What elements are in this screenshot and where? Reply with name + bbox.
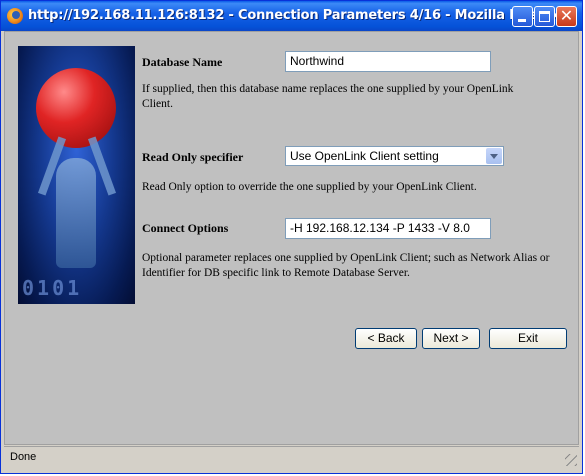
next-button[interactable]: Next >: [422, 328, 480, 349]
connect-options-input[interactable]: -H 192.168.12.134 -P 1433 -V 8.0: [285, 218, 491, 239]
openlink-banner-image: 0101: [18, 46, 135, 304]
connect-options-help: Optional parameter replaces one supplied…: [142, 252, 550, 279]
window-title: http://192.168.11.126:8132 - Connection …: [28, 8, 560, 23]
read-only-help: Read Only option to override the one sup…: [142, 181, 477, 193]
minimize-icon: [518, 19, 526, 22]
status-text: Done: [10, 451, 37, 463]
atlas-figure-graphic: [56, 158, 96, 268]
binary-digits: 0101: [22, 276, 83, 300]
browser-window: http://192.168.11.126:8132 - Connection …: [0, 0, 583, 474]
status-bar: Done: [4, 446, 579, 468]
database-name-label: Database Name: [142, 55, 223, 69]
chevron-down-icon[interactable]: [486, 148, 502, 164]
maximize-button[interactable]: [534, 6, 555, 27]
close-button[interactable]: ✕: [556, 6, 577, 27]
back-button[interactable]: < Back: [355, 328, 417, 349]
connect-options-label: Connect Options: [142, 221, 229, 235]
minimize-button[interactable]: [512, 6, 533, 27]
read-only-label: Read Only specifier: [142, 150, 244, 164]
close-icon: ✕: [559, 6, 574, 25]
odbc-globe-graphic: [36, 68, 116, 148]
database-name-help: If supplied, then this database name rep…: [142, 83, 514, 110]
maximize-icon: [539, 11, 550, 22]
read-only-select[interactable]: Use OpenLink Client setting: [285, 146, 504, 166]
firefox-icon: [7, 8, 23, 24]
resize-grip-icon[interactable]: [565, 454, 577, 466]
title-bar[interactable]: http://192.168.11.126:8132 - Connection …: [1, 1, 582, 31]
wizard-content: 0101 Database Name Northwind If supplied…: [4, 31, 579, 445]
read-only-selected-value: Use OpenLink Client setting: [290, 149, 439, 163]
database-name-input[interactable]: Northwind: [285, 51, 491, 72]
exit-button[interactable]: Exit: [489, 328, 567, 349]
